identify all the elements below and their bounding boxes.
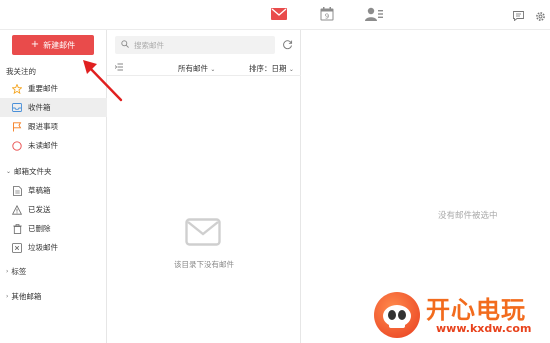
sidebar-item-drafts[interactable]: 草稿箱 bbox=[0, 181, 107, 200]
chevron-down-icon: ⌄ bbox=[210, 66, 216, 73]
new-mail-label: 新建邮件 bbox=[43, 40, 76, 50]
sidebar-item-unread[interactable]: 未读邮件 bbox=[0, 136, 107, 155]
folders-header-label: 邮箱文件夹 bbox=[14, 167, 52, 176]
sidebar-item-label: 未读邮件 bbox=[28, 141, 58, 150]
search-box[interactable] bbox=[115, 36, 275, 54]
list-view-icon[interactable] bbox=[115, 63, 123, 73]
chevron-down-icon: ⌄ bbox=[288, 66, 294, 73]
sidebar-item-label: 已发送 bbox=[28, 205, 51, 214]
sidebar-item-label: 重要邮件 bbox=[28, 84, 58, 93]
followed-section-header: 我关注的 bbox=[6, 66, 36, 77]
list-filter-bar: 所有邮件 ⌄ 排序：日期 ⌄ bbox=[107, 60, 301, 76]
sidebar-item-label: 已删除 bbox=[28, 224, 51, 233]
mail-icon[interactable] bbox=[270, 7, 288, 21]
flag-icon bbox=[12, 121, 22, 132]
followed-header-label: 我关注的 bbox=[6, 67, 36, 76]
other-mailboxes-header[interactable]: › 其他邮箱 bbox=[6, 291, 41, 302]
trash-icon bbox=[12, 223, 22, 234]
sidebar-item-label: 草稿箱 bbox=[28, 186, 51, 195]
unread-circle-icon bbox=[12, 140, 22, 151]
top-bar: 9 bbox=[0, 0, 550, 30]
new-mail-button[interactable]: + 新建邮件 bbox=[12, 35, 94, 55]
sidebar-item-sent[interactable]: 已发送 bbox=[0, 200, 107, 219]
watermark-url: www.kxdw.com bbox=[436, 322, 532, 335]
chevron-right-icon: › bbox=[6, 293, 9, 300]
sidebar-item-deleted[interactable]: 已删除 bbox=[0, 219, 107, 238]
folders-section-header[interactable]: ⌄ 邮箱文件夹 bbox=[6, 166, 52, 177]
sidebar-item-inbox[interactable]: 收件箱 bbox=[0, 98, 107, 117]
sidebar-item-label: 跟进事项 bbox=[28, 122, 58, 131]
settings-icon[interactable] bbox=[534, 9, 546, 23]
sort-dropdown[interactable]: 排序：日期 ⌄ bbox=[249, 63, 294, 74]
watermark-logo-icon bbox=[374, 292, 420, 338]
sidebar-item-spam[interactable]: 垃圾邮件 bbox=[0, 238, 107, 257]
empty-folder-text: 该目录下没有邮件 bbox=[174, 260, 234, 269]
spam-icon bbox=[12, 242, 22, 253]
sent-icon bbox=[12, 204, 22, 215]
calendar-day: 9 bbox=[325, 13, 329, 21]
draft-icon bbox=[12, 185, 22, 196]
search-icon bbox=[121, 40, 129, 50]
sidebar-item-label: 收件箱 bbox=[28, 103, 51, 112]
plus-icon: + bbox=[30, 39, 40, 50]
no-mail-selected-text: 没有邮件被选中 bbox=[438, 211, 498, 221]
sort-label: 排序：日期 bbox=[249, 64, 287, 73]
tags-section-header[interactable]: › 标签 bbox=[6, 266, 26, 277]
watermark-title: 开心电玩 bbox=[426, 296, 526, 324]
all-mail-dropdown[interactable]: 所有邮件 ⌄ bbox=[178, 63, 215, 74]
sidebar-item-label: 垃圾邮件 bbox=[28, 243, 58, 252]
inbox-icon bbox=[12, 103, 22, 113]
refresh-icon[interactable] bbox=[282, 39, 294, 51]
contacts-icon[interactable] bbox=[364, 7, 384, 21]
chevron-down-icon: ⌄ bbox=[6, 168, 12, 175]
calendar-icon[interactable]: 9 bbox=[319, 7, 335, 21]
search-input[interactable] bbox=[134, 40, 264, 50]
site-watermark: 开心电玩 www.kxdw.com bbox=[372, 290, 550, 343]
sidebar-item-important[interactable]: 重要邮件 bbox=[0, 79, 107, 98]
all-mail-label: 所有邮件 bbox=[178, 64, 208, 73]
chat-icon[interactable] bbox=[512, 9, 524, 23]
star-icon bbox=[12, 83, 22, 94]
other-header-label: 其他邮箱 bbox=[11, 292, 42, 301]
tags-header-label: 标签 bbox=[11, 267, 27, 276]
sidebar-item-followup[interactable]: 跟进事项 bbox=[0, 117, 107, 136]
empty-mail-icon bbox=[185, 218, 221, 246]
chevron-right-icon: › bbox=[6, 268, 9, 275]
sidebar: + 新建邮件 我关注的 重要邮件 收件箱 跟进事项 未读邮件 ⌄ 邮箱文件夹 草… bbox=[0, 30, 107, 343]
mail-list-pane: 所有邮件 ⌄ 排序：日期 ⌄ 该目录下没有邮件 bbox=[107, 30, 301, 343]
